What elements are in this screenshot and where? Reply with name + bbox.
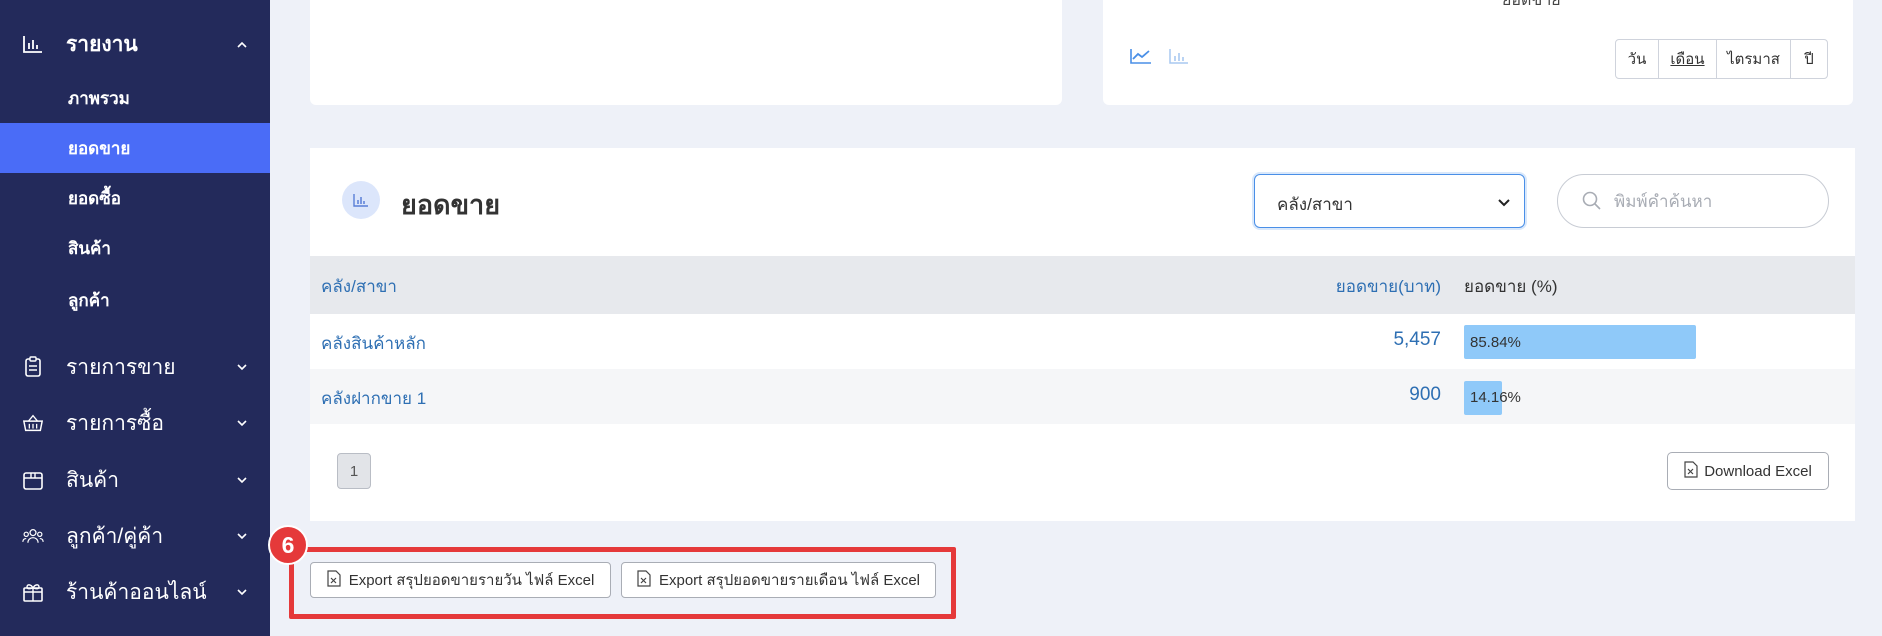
table-row: คลังฝากขาย 1 900 (310, 369, 1855, 424)
search-box (1557, 174, 1829, 228)
chevron-up-icon (236, 38, 248, 50)
page-title: ยอดขาย (401, 190, 501, 220)
chevron-down-icon (1498, 194, 1510, 212)
excel-file-icon (637, 569, 651, 591)
percent-label: 14.16% (1470, 389, 1521, 406)
basket-icon (22, 412, 44, 434)
period-month-button[interactable]: เดือน (1659, 40, 1717, 78)
sidebar-item-purchase-list[interactable]: รายการซื้อ (0, 399, 270, 447)
sidebar-subitem-label: ภาพรวม (68, 88, 130, 108)
period-day-button[interactable]: วัน (1616, 40, 1659, 78)
search-input[interactable] (1614, 187, 1814, 217)
percent-label: 85.84% (1470, 334, 1521, 351)
download-excel-button[interactable]: Download Excel (1667, 452, 1829, 490)
sidebar-item-label: รายงาน (66, 32, 138, 56)
sidebar-item-label: ร้านค้าออนไลน์ (66, 580, 207, 604)
users-icon (22, 525, 44, 547)
clipboard-icon (22, 356, 44, 378)
column-header-amount[interactable]: ยอดขาย(บาท) (1336, 273, 1441, 300)
chevron-down-icon (236, 530, 248, 542)
search-icon (1582, 191, 1602, 216)
branch-select[interactable]: คลัง/สาขา (1254, 174, 1525, 228)
column-header-branch[interactable]: คลัง/สาขา (321, 273, 397, 300)
sales-amount: 5,457 (1393, 329, 1441, 350)
line-chart-icon[interactable] (1129, 46, 1153, 66)
sidebar-subitem-label: สินค้า (68, 238, 111, 258)
bar-chart-icon (342, 181, 380, 219)
step-badge: 6 (268, 525, 308, 565)
period-year-button[interactable]: ปี (1791, 40, 1827, 78)
chevron-down-icon (236, 417, 248, 429)
chart-card (310, 0, 1062, 105)
sidebar-subitem-overview[interactable]: ภาพรวม (0, 73, 270, 123)
table-header: คลัง/สาขา ยอดขาย(บาท) ยอดขาย (%) (310, 256, 1855, 314)
period-label: ไตรมาส (1727, 51, 1780, 68)
chevron-down-icon (236, 586, 248, 598)
sidebar-subitem-purchases[interactable]: ยอดซื้อ (0, 173, 270, 223)
sidebar-subitem-label: ยอดขาย (68, 138, 131, 158)
export-monthly-label: Export สรุปยอดขายรายเดือน ไฟล์ Excel (658, 572, 921, 589)
gift-icon (22, 581, 44, 603)
sidebar-subitem-label: ลูกค้า (68, 290, 110, 310)
period-label: เดือน (1670, 51, 1705, 68)
sidebar-subitem-label: ยอดซื้อ (68, 188, 121, 208)
sidebar-subitem-sales[interactable]: ยอดขาย (0, 123, 270, 173)
excel-file-icon (1684, 460, 1698, 482)
column-header-percent: ยอดขาย (%) (1464, 277, 1558, 296)
branch-name[interactable]: คลังฝากขาย 1 (321, 385, 426, 412)
bar-chart-icon[interactable] (1167, 46, 1191, 66)
export-monthly-excel-button[interactable]: Export สรุปยอดขายรายเดือน ไฟล์ Excel (621, 562, 936, 598)
excel-file-icon (327, 569, 341, 591)
sidebar-item-label: รายการซื้อ (66, 411, 165, 435)
period-label: วัน (1627, 51, 1647, 68)
sidebar-item-contacts[interactable]: ลูกค้า/คู่ค้า (0, 512, 270, 560)
select-value: คลัง/สาขา (1277, 195, 1353, 214)
period-quarter-button[interactable]: ไตรมาส (1717, 40, 1791, 78)
download-excel-label: Download Excel (1704, 462, 1812, 480)
sidebar: รายงาน ภาพรวม ยอดขาย ยอดซื้อ สินค้า ลูกค… (0, 0, 270, 636)
sidebar-item-label: รายการขาย (66, 355, 176, 379)
sales-amount: 900 (1409, 384, 1441, 405)
box-icon (22, 469, 44, 491)
branch-name[interactable]: คลังสินค้าหลัก (321, 330, 426, 357)
sidebar-subitem-customers[interactable]: ลูกค้า (0, 275, 270, 325)
sidebar-item-products[interactable]: สินค้า (0, 456, 270, 504)
period-label: ปี (1804, 51, 1814, 68)
sidebar-item-sales-list[interactable]: รายการขาย (0, 343, 270, 391)
chevron-down-icon (236, 474, 248, 486)
chart-axis-label: ยอดขาย (1502, 0, 1561, 9)
export-daily-excel-button[interactable]: Export สรุปยอดขายรายวัน ไฟล์ Excel (310, 562, 611, 598)
period-selector: วัน เดือน ไตรมาส ปี (1615, 39, 1828, 79)
sidebar-item-label: ลูกค้า/คู่ค้า (66, 524, 164, 548)
sidebar-item-online-store[interactable]: ร้านค้าออนไลน์ (0, 568, 270, 616)
bar-chart-icon (22, 33, 44, 55)
pagination-page-button[interactable]: 1 (337, 453, 371, 489)
sidebar-item-report[interactable]: รายงาน (0, 20, 270, 68)
export-daily-label: Export สรุปยอดขายรายวัน ไฟล์ Excel (348, 572, 595, 589)
sidebar-subitem-products[interactable]: สินค้า (0, 223, 270, 273)
sidebar-item-label: สินค้า (66, 468, 120, 492)
chevron-down-icon (236, 361, 248, 373)
